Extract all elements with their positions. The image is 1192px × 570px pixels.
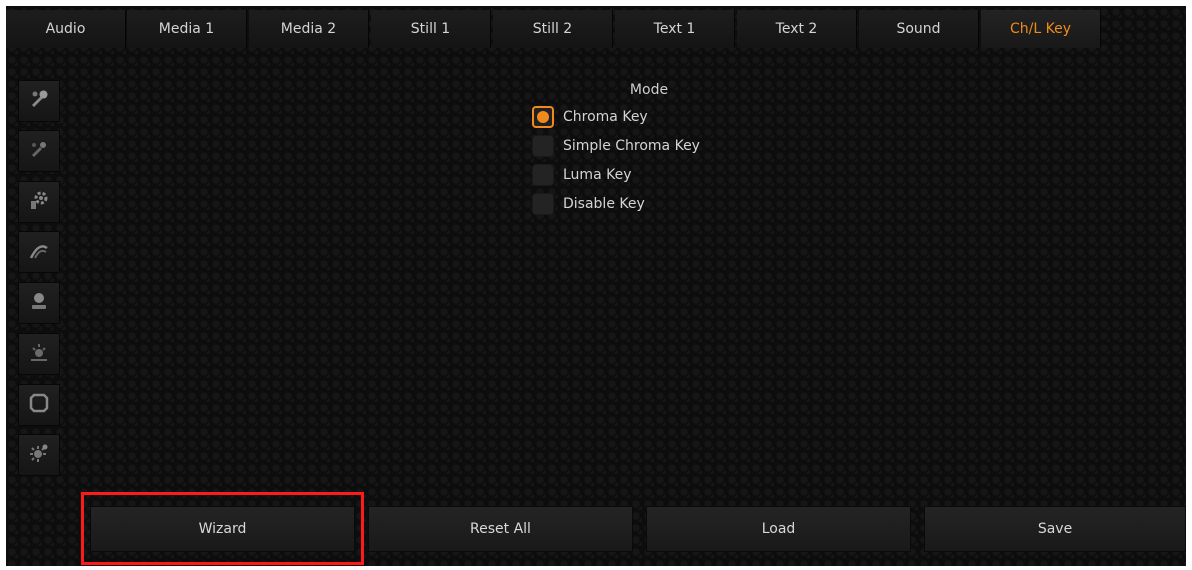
tab-still-2[interactable]: Still 2 bbox=[493, 10, 613, 48]
pick-color-icon bbox=[27, 87, 51, 115]
settings-gear-button[interactable] bbox=[18, 181, 60, 223]
radio-button-selected[interactable] bbox=[532, 106, 554, 128]
tab-bar: Audio Media 1 Media 2 Still 1 Still 2 Te… bbox=[6, 10, 1186, 48]
tab-media-1[interactable]: Media 1 bbox=[127, 10, 247, 48]
mode-option-simple-chroma-key[interactable]: Simple Chroma Key bbox=[532, 134, 700, 158]
radio-button[interactable] bbox=[532, 193, 554, 215]
load-button[interactable]: Load bbox=[646, 506, 911, 552]
sparkle-icon bbox=[27, 441, 51, 469]
tab-sound[interactable]: Sound bbox=[859, 10, 979, 48]
tab-chroma-luma-key[interactable]: Ch/L Key bbox=[981, 10, 1101, 48]
radio-dot bbox=[537, 111, 549, 123]
mask-icon bbox=[27, 289, 51, 317]
light-icon bbox=[27, 340, 51, 368]
mode-option-chroma-key[interactable]: Chroma Key bbox=[532, 105, 648, 129]
tab-still-1[interactable]: Still 1 bbox=[371, 10, 491, 48]
mask-button[interactable] bbox=[18, 282, 60, 324]
mode-option-label: Luma Key bbox=[563, 167, 632, 183]
crop-frame-button[interactable] bbox=[18, 384, 60, 426]
mode-option-label: Chroma Key bbox=[563, 109, 648, 125]
tab-audio[interactable]: Audio bbox=[6, 10, 126, 48]
save-button[interactable]: Save bbox=[924, 506, 1186, 552]
mode-option-disable-key[interactable]: Disable Key bbox=[532, 192, 645, 216]
tab-text-1[interactable]: Text 1 bbox=[615, 10, 735, 48]
wizard-button[interactable]: Wizard bbox=[90, 506, 355, 552]
edge-spill-button[interactable] bbox=[18, 231, 60, 273]
radio-button[interactable] bbox=[532, 135, 554, 157]
reset-all-button[interactable]: Reset All bbox=[368, 506, 633, 552]
settings-gear-icon bbox=[27, 188, 51, 216]
key-settings-panel: Audio Media 1 Media 2 Still 1 Still 2 Te… bbox=[6, 6, 1186, 566]
pick-color-alt-icon bbox=[27, 137, 51, 165]
mode-option-label: Disable Key bbox=[563, 196, 645, 212]
tab-text-2[interactable]: Text 2 bbox=[737, 10, 857, 48]
mode-title: Mode bbox=[629, 82, 669, 98]
sparkle-button[interactable] bbox=[18, 434, 60, 476]
pick-color-alt-button[interactable] bbox=[18, 130, 60, 172]
tab-media-2[interactable]: Media 2 bbox=[249, 10, 369, 48]
edge-spill-icon bbox=[27, 238, 51, 266]
crop-frame-icon bbox=[27, 391, 51, 419]
mode-option-label: Simple Chroma Key bbox=[563, 138, 700, 154]
pick-color-button[interactable] bbox=[18, 80, 60, 122]
light-button[interactable] bbox=[18, 333, 60, 375]
mode-option-luma-key[interactable]: Luma Key bbox=[532, 163, 631, 187]
radio-button[interactable] bbox=[532, 164, 554, 186]
